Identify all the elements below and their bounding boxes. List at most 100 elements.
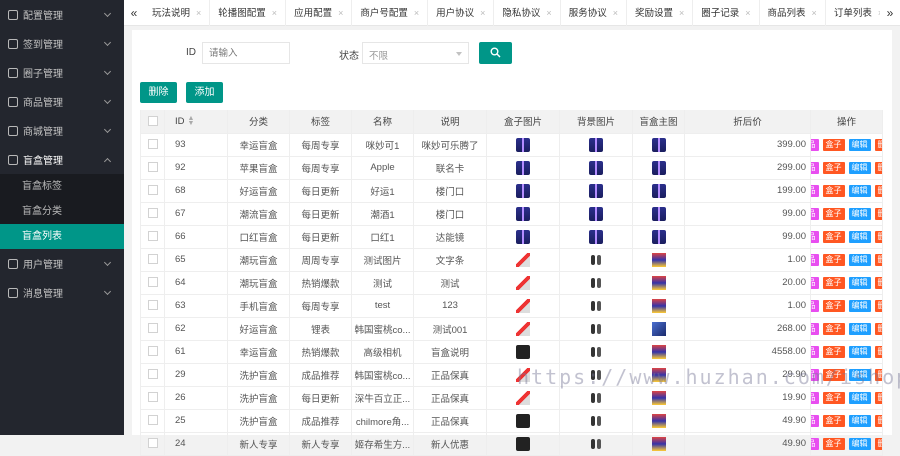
edit-button[interactable]: 编辑 bbox=[848, 437, 871, 450]
row-checkbox[interactable] bbox=[147, 254, 158, 265]
table-row[interactable]: 63手机盲盒每周专享test123 1.00商品盒子编辑删除 bbox=[140, 294, 883, 318]
delete-button[interactable]: 删除 bbox=[874, 161, 882, 174]
sidebar-menu-goods[interactable]: 商品管理 bbox=[0, 87, 124, 116]
close-icon[interactable]: × bbox=[679, 8, 684, 18]
close-icon[interactable]: × bbox=[480, 8, 485, 18]
box-button[interactable]: 盒子 bbox=[822, 138, 845, 151]
edit-button[interactable]: 编辑 bbox=[848, 299, 871, 312]
edit-button[interactable]: 编辑 bbox=[848, 391, 871, 404]
edit-button[interactable]: 编辑 bbox=[848, 230, 871, 243]
row-select-cell[interactable] bbox=[140, 248, 165, 272]
sidebar-menu-shop[interactable]: 商城管理 bbox=[0, 116, 124, 145]
row-checkbox[interactable] bbox=[147, 369, 158, 380]
sort-icon[interactable]: ▲ ▼ bbox=[188, 115, 195, 127]
sidebar-menu-settings[interactable]: 配置管理 bbox=[0, 0, 124, 29]
row-select-cell[interactable] bbox=[140, 409, 165, 433]
product-button[interactable]: 商品 bbox=[810, 299, 819, 312]
table-row[interactable]: 62好运盲盒锂表韩国蜜桃co...测试001 268.00商品盒子编辑删除 bbox=[140, 317, 883, 341]
box-button[interactable]: 盒子 bbox=[822, 230, 845, 243]
row-checkbox[interactable] bbox=[147, 231, 158, 242]
row-select-cell[interactable] bbox=[140, 432, 165, 456]
row-checkbox[interactable] bbox=[147, 185, 158, 196]
edit-button[interactable]: 编辑 bbox=[848, 207, 871, 220]
row-select-cell[interactable] bbox=[140, 294, 165, 318]
row-select-cell[interactable] bbox=[140, 225, 165, 249]
row-checkbox[interactable] bbox=[147, 139, 158, 150]
tab-item[interactable]: 订单列表× bbox=[826, 0, 880, 26]
row-checkbox[interactable] bbox=[147, 162, 158, 173]
row-checkbox[interactable] bbox=[147, 438, 158, 449]
table-row[interactable]: 66口红盲盒每日更新口红1达能镜 99.00商品盒子编辑删除 bbox=[140, 225, 883, 249]
close-icon[interactable]: × bbox=[196, 8, 201, 18]
tab-item[interactable]: 玩法说明 × bbox=[144, 0, 211, 26]
tab-item[interactable]: 轮播图配置 × bbox=[210, 0, 287, 26]
row-checkbox[interactable] bbox=[147, 300, 158, 311]
table-row[interactable]: 26洗护盲盒每日更新深牛百立正...正品保真 19.90商品盒子编辑删除 bbox=[140, 386, 883, 410]
table-row[interactable]: 65潮玩盲盒周周专享测试图片文字条 1.00商品盒子编辑删除 bbox=[140, 248, 883, 272]
table-row[interactable]: 67潮流盲盒每日更新潮酒1楼门口 99.00商品盒子编辑删除 bbox=[140, 202, 883, 226]
product-button[interactable]: 商品 bbox=[810, 207, 819, 220]
close-icon[interactable]: × bbox=[414, 8, 419, 18]
tabs-prev-button[interactable]: « bbox=[124, 0, 144, 26]
delete-button[interactable]: 删除 bbox=[874, 230, 882, 243]
product-button[interactable]: 商品 bbox=[810, 437, 819, 450]
close-icon[interactable]: × bbox=[613, 8, 618, 18]
table-row[interactable]: 93幸运盲盒每周专享咪妙可1咪妙可乐腾了 399.00商品盒子编辑删除 bbox=[140, 133, 883, 157]
sidebar-subitem[interactable]: 盲盒分类 bbox=[0, 199, 124, 224]
delete-button[interactable]: 删除 bbox=[874, 322, 882, 335]
box-button[interactable]: 盒子 bbox=[822, 345, 845, 358]
box-button[interactable]: 盒子 bbox=[822, 322, 845, 335]
edit-button[interactable]: 编辑 bbox=[848, 253, 871, 266]
tab-item[interactable]: 应用配置 × bbox=[286, 0, 353, 26]
row-select-cell[interactable] bbox=[140, 179, 165, 203]
tab-item[interactable]: 商户号配置 × bbox=[352, 0, 429, 26]
tab-item[interactable]: 隐私协议 × bbox=[494, 0, 561, 26]
tab-item[interactable]: 用户协议 × bbox=[428, 0, 495, 26]
product-button[interactable]: 商品 bbox=[810, 345, 819, 358]
close-icon[interactable]: × bbox=[812, 8, 817, 18]
edit-button[interactable]: 编辑 bbox=[848, 322, 871, 335]
product-button[interactable]: 商品 bbox=[810, 184, 819, 197]
table-row[interactable]: 64潮玩盲盒热销爆款测试测试20.00商品盒子编辑删除 bbox=[140, 271, 883, 295]
select-all-cell[interactable] bbox=[140, 110, 165, 134]
sidebar-subitem[interactable]: 盲盒标签 bbox=[0, 174, 124, 199]
box-button[interactable]: 盒子 bbox=[822, 184, 845, 197]
product-button[interactable]: 商品 bbox=[810, 322, 819, 335]
box-button[interactable]: 盒子 bbox=[822, 161, 845, 174]
add-button[interactable]: 添加 bbox=[186, 82, 223, 103]
sidebar-menu-users[interactable]: 圈子管理 bbox=[0, 58, 124, 87]
tab-item[interactable]: 圈子记录 × bbox=[693, 0, 760, 26]
close-icon[interactable]: × bbox=[338, 8, 343, 18]
close-icon[interactable]: × bbox=[272, 8, 277, 18]
tab-item[interactable]: 商品列表 × bbox=[760, 0, 826, 26]
select-all-checkbox[interactable] bbox=[147, 116, 158, 127]
delete-button[interactable]: 删除 bbox=[874, 207, 882, 220]
tab-item[interactable]: 奖励设置 × bbox=[627, 0, 694, 26]
sidebar-menu-user[interactable]: 用户管理 bbox=[0, 249, 124, 278]
row-select-cell[interactable] bbox=[140, 363, 165, 387]
delete-button[interactable]: 删除 bbox=[140, 82, 177, 103]
delete-button[interactable]: 删除 bbox=[874, 345, 882, 358]
row-select-cell[interactable] bbox=[140, 202, 165, 226]
sidebar-menu-calendar[interactable]: 签到管理 bbox=[0, 29, 124, 58]
edit-button[interactable]: 编辑 bbox=[848, 345, 871, 358]
product-button[interactable]: 商品 bbox=[810, 414, 819, 427]
edit-button[interactable]: 编辑 bbox=[848, 414, 871, 427]
delete-button[interactable]: 删除 bbox=[874, 253, 882, 266]
delete-button[interactable]: 删除 bbox=[874, 391, 882, 404]
close-icon[interactable]: × bbox=[745, 8, 750, 18]
table-row[interactable]: 68好运盲盒每日更新好运1楼门口 199.00商品盒子编辑删除 bbox=[140, 179, 883, 203]
row-select-cell[interactable] bbox=[140, 317, 165, 341]
row-checkbox[interactable] bbox=[147, 392, 158, 403]
table-row[interactable]: 25洗护盲盒成品推荐chilmore角...正品保真 49.90商品盒子编辑删除 bbox=[140, 409, 883, 433]
delete-button[interactable]: 删除 bbox=[874, 138, 882, 151]
product-button[interactable]: 商品 bbox=[810, 230, 819, 243]
row-select-cell[interactable] bbox=[140, 133, 165, 157]
table-row[interactable]: 24新人专享新人专享姬存希生方...新人优惠49.90商品盒子编辑删除 bbox=[140, 432, 883, 456]
col-id-header[interactable]: ID ▲ ▼ bbox=[164, 110, 228, 134]
edit-button[interactable]: 编辑 bbox=[848, 138, 871, 151]
box-button[interactable]: 盒子 bbox=[822, 414, 845, 427]
box-button[interactable]: 盒子 bbox=[822, 437, 845, 450]
product-button[interactable]: 商品 bbox=[810, 161, 819, 174]
delete-button[interactable]: 删除 bbox=[874, 437, 882, 450]
